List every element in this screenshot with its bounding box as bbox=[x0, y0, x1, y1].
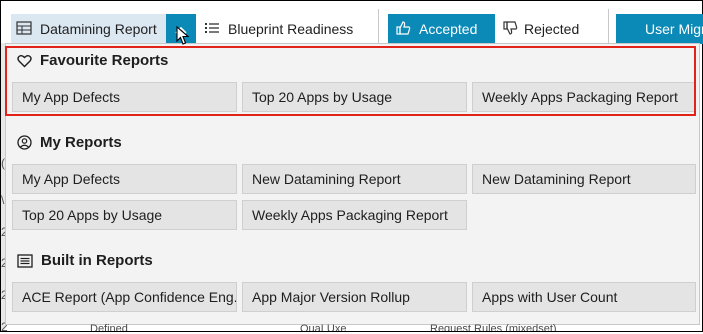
built-in-report-tile[interactable]: Apps with User Count bbox=[472, 282, 696, 312]
report-table-icon bbox=[16, 20, 32, 38]
blueprint-readiness-label: Blueprint Readiness bbox=[228, 21, 354, 37]
thumbs-up-icon bbox=[396, 20, 411, 38]
toolbar-divider bbox=[608, 9, 609, 43]
my-report-tile[interactable]: New Datamining Report bbox=[242, 164, 467, 194]
report-tile-label: New Datamining Report bbox=[482, 171, 631, 187]
background-row-text: QuaLUxe bbox=[300, 323, 347, 331]
accepted-button[interactable]: Accepted bbox=[388, 14, 495, 44]
rejected-label: Rejected bbox=[524, 21, 580, 37]
background-row-text: Defined bbox=[90, 323, 128, 331]
report-tile-label: App Major Version Rollup bbox=[252, 289, 410, 305]
my-reports-header: My Reports bbox=[17, 134, 122, 151]
background-char: \ bbox=[1, 193, 5, 207]
report-tile-label: Weekly Apps Packaging Report bbox=[252, 207, 448, 223]
datamining-report-button[interactable]: Datamining Report bbox=[11, 14, 166, 44]
built-in-reports-header: Built in Reports bbox=[17, 252, 153, 269]
my-report-tile[interactable]: Top 20 Apps by Usage bbox=[12, 200, 237, 230]
report-tile-label: New Datamining Report bbox=[252, 171, 401, 187]
top-toolbar: Datamining Report Blueprint Readiness Ac… bbox=[1, 1, 703, 44]
list-icon bbox=[204, 21, 220, 38]
report-tile-label: ACE Report (App Confidence Eng... bbox=[22, 289, 237, 305]
built-in-report-tile[interactable]: ACE Report (App Confidence Eng... bbox=[12, 282, 237, 312]
user-migration-button[interactable]: User Migr bbox=[616, 14, 703, 44]
thumbs-down-icon bbox=[503, 20, 518, 38]
accepted-label: Accepted bbox=[419, 21, 478, 37]
built-in-report-tile[interactable]: App Major Version Rollup bbox=[242, 282, 467, 312]
report-tile-label: Top 20 Apps by Usage bbox=[22, 207, 163, 223]
report-tile-label: My App Defects bbox=[22, 171, 121, 187]
rejected-button[interactable]: Rejected bbox=[503, 14, 579, 44]
my-reports-title: My Reports bbox=[40, 134, 122, 151]
favourites-highlight-box bbox=[5, 46, 696, 116]
built-in-reports-title: Built in Reports bbox=[41, 252, 153, 269]
user-circle-icon bbox=[17, 135, 32, 150]
datamining-report-label: Datamining Report bbox=[40, 21, 157, 37]
toolbar-divider bbox=[378, 9, 379, 43]
my-report-tile[interactable]: New Datamining Report bbox=[472, 164, 696, 194]
my-report-tile[interactable]: My App Defects bbox=[12, 164, 237, 194]
user-migration-label: User Migr bbox=[645, 21, 703, 37]
mouse-cursor-icon bbox=[176, 25, 190, 49]
my-report-tile[interactable]: Weekly Apps Packaging Report bbox=[242, 200, 467, 230]
list-box-icon bbox=[17, 253, 33, 268]
background-row-text: Request Rules (mixedset) bbox=[430, 323, 557, 331]
report-tile-label: Apps with User Count bbox=[482, 289, 618, 305]
blueprint-readiness-button[interactable]: Blueprint Readiness bbox=[204, 14, 353, 44]
